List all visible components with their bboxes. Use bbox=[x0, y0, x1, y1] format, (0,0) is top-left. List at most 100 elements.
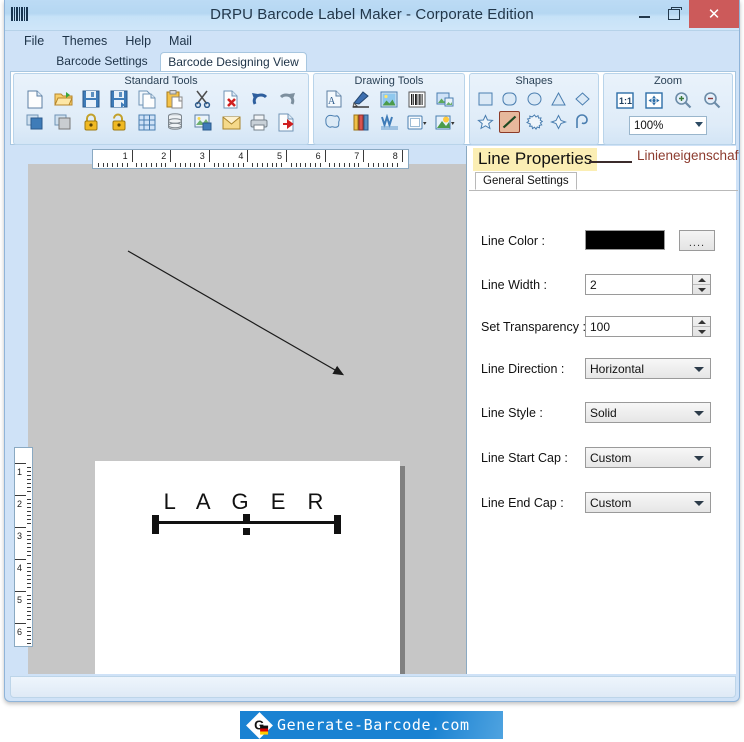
star-5-shape-icon[interactable] bbox=[475, 111, 495, 133]
zoom-level-combo[interactable]: 100% bbox=[629, 116, 707, 135]
status-bar bbox=[10, 676, 736, 698]
ruler-minor-tick bbox=[392, 163, 394, 167]
ruler-label: 3 bbox=[17, 531, 23, 541]
diamond-shape-icon[interactable] bbox=[573, 88, 593, 110]
ruler-minor-tick bbox=[126, 163, 128, 167]
ruler-minor-tick bbox=[290, 163, 292, 167]
line-shape-icon[interactable] bbox=[499, 111, 520, 133]
spin-up-button[interactable] bbox=[693, 275, 710, 285]
picture-tool-icon[interactable] bbox=[377, 88, 401, 110]
grid-icon[interactable] bbox=[135, 111, 159, 133]
line-width-spin-buttons[interactable] bbox=[692, 275, 710, 294]
ruler-minor-tick bbox=[343, 163, 345, 167]
triangle-shape-icon[interactable] bbox=[548, 88, 568, 110]
zoom-buttons-row: 1:1 bbox=[604, 89, 732, 111]
group-title-zoom: Zoom bbox=[653, 75, 683, 87]
ruler-minor-tick bbox=[300, 163, 302, 167]
line-color-swatch-wrap bbox=[585, 230, 665, 250]
save-icon[interactable] bbox=[79, 88, 103, 110]
burst-shape-icon[interactable] bbox=[524, 111, 544, 133]
ruler-tick bbox=[401, 150, 403, 162]
ruler-minor-tick bbox=[27, 603, 31, 604]
design-canvas-pane[interactable]: 1 2 3 4 5 6 7 8 1 2 3 4 5 6 L A G E R bbox=[10, 146, 466, 674]
ruler-minor-tick bbox=[314, 163, 316, 167]
actual-size-icon[interactable]: 1:1 bbox=[613, 89, 637, 111]
line-color-swatch[interactable] bbox=[585, 230, 665, 250]
print-icon[interactable] bbox=[247, 111, 271, 133]
ruler-minor-tick bbox=[27, 567, 31, 568]
ruler-label: 1 bbox=[17, 467, 23, 477]
lock-icon[interactable] bbox=[79, 111, 103, 133]
group-title-drawing-tools: Drawing Tools bbox=[354, 75, 424, 87]
field-line-width: Line Width : 2 bbox=[467, 274, 736, 296]
open-folder-icon[interactable] bbox=[51, 88, 75, 110]
label-sheet[interactable]: L A G E R bbox=[95, 461, 400, 674]
text-tool-icon[interactable]: A bbox=[321, 88, 345, 110]
zoom-in-icon[interactable] bbox=[671, 89, 695, 111]
tab-barcode-settings[interactable]: Barcode Settings bbox=[47, 52, 157, 72]
restore-button[interactable] bbox=[659, 0, 689, 28]
ribbon-tool-icon[interactable] bbox=[349, 111, 373, 133]
line-start-cap-select[interactable]: Custom bbox=[585, 447, 711, 468]
line-object[interactable] bbox=[155, 521, 337, 524]
rounded-rect-dropdown-icon[interactable] bbox=[405, 111, 429, 133]
watermark-tool-icon[interactable] bbox=[377, 111, 401, 133]
database-icon[interactable] bbox=[163, 111, 187, 133]
label-line-color: Line Color : bbox=[481, 234, 545, 248]
export-image-icon[interactable] bbox=[191, 111, 215, 133]
barcode-tool-icon[interactable] bbox=[405, 88, 429, 110]
duplicate-objects-icon[interactable] bbox=[51, 111, 75, 133]
image-frame-icon[interactable] bbox=[433, 88, 457, 110]
ellipse-shape-icon[interactable] bbox=[524, 88, 544, 110]
flag-icon bbox=[260, 725, 269, 735]
redo-arrow-icon[interactable] bbox=[275, 88, 299, 110]
ruler-minor-tick bbox=[97, 163, 99, 167]
menu-help[interactable]: Help bbox=[116, 32, 160, 50]
menu-mail[interactable]: Mail bbox=[160, 32, 201, 50]
minimize-button[interactable] bbox=[629, 0, 659, 28]
zoom-out-icon[interactable] bbox=[700, 89, 724, 111]
copy-objects-icon[interactable] bbox=[23, 111, 47, 133]
save-as-icon[interactable] bbox=[107, 88, 131, 110]
ruler-minor-tick bbox=[228, 163, 230, 167]
ruler-minor-tick bbox=[27, 607, 31, 608]
export-file-icon[interactable] bbox=[275, 111, 299, 133]
pencil-tool-icon[interactable] bbox=[349, 88, 373, 110]
spin-up-button[interactable] bbox=[693, 317, 710, 327]
tab-general-settings[interactable]: General Settings bbox=[475, 172, 577, 190]
new-document-icon[interactable] bbox=[23, 88, 47, 110]
fit-page-icon[interactable] bbox=[642, 89, 666, 111]
line-end-cap-select[interactable]: Custom bbox=[585, 492, 711, 513]
spin-down-button[interactable] bbox=[693, 285, 710, 294]
label-text[interactable]: L A G E R bbox=[95, 489, 400, 515]
undo-arrow-icon[interactable] bbox=[247, 88, 271, 110]
ruler-minor-tick bbox=[27, 595, 31, 596]
copy-page-icon[interactable] bbox=[135, 88, 159, 110]
menu-file[interactable]: File bbox=[15, 32, 53, 50]
line-width-stepper[interactable]: 2 bbox=[585, 274, 711, 295]
line-start-cap-value: Custom bbox=[590, 451, 632, 465]
paste-clipboard-icon[interactable] bbox=[163, 88, 187, 110]
four-point-star-shape-icon[interactable] bbox=[548, 111, 568, 133]
square-shape-icon[interactable] bbox=[475, 88, 495, 110]
close-button[interactable]: ✕ bbox=[689, 0, 739, 28]
spin-down-button[interactable] bbox=[693, 327, 710, 336]
line-direction-select[interactable]: Horizontal bbox=[585, 358, 711, 379]
unlock-icon[interactable] bbox=[107, 111, 131, 133]
line-color-picker-button[interactable]: .... bbox=[679, 230, 715, 251]
delete-page-icon[interactable] bbox=[219, 88, 243, 110]
shapes-row-2 bbox=[475, 111, 593, 133]
transparency-stepper[interactable]: 100 bbox=[585, 316, 711, 337]
transparency-spin-buttons[interactable] bbox=[692, 317, 710, 336]
menu-themes[interactable]: Themes bbox=[53, 32, 116, 50]
arc-shape-icon[interactable] bbox=[573, 111, 593, 133]
line-style-select[interactable]: Solid bbox=[585, 402, 711, 423]
title-bar: DRPU Barcode Label Maker - Corporate Edi… bbox=[5, 0, 739, 31]
email-icon[interactable] bbox=[219, 111, 243, 133]
tab-barcode-designing-view[interactable]: Barcode Designing View bbox=[160, 52, 307, 72]
cut-scissors-icon[interactable] bbox=[191, 88, 215, 110]
ruler-minor-tick bbox=[27, 471, 31, 472]
symbol-dropdown-icon[interactable] bbox=[433, 111, 457, 133]
star-shape-icon[interactable] bbox=[321, 111, 345, 133]
rounded-rect-shape-icon[interactable] bbox=[499, 88, 519, 110]
